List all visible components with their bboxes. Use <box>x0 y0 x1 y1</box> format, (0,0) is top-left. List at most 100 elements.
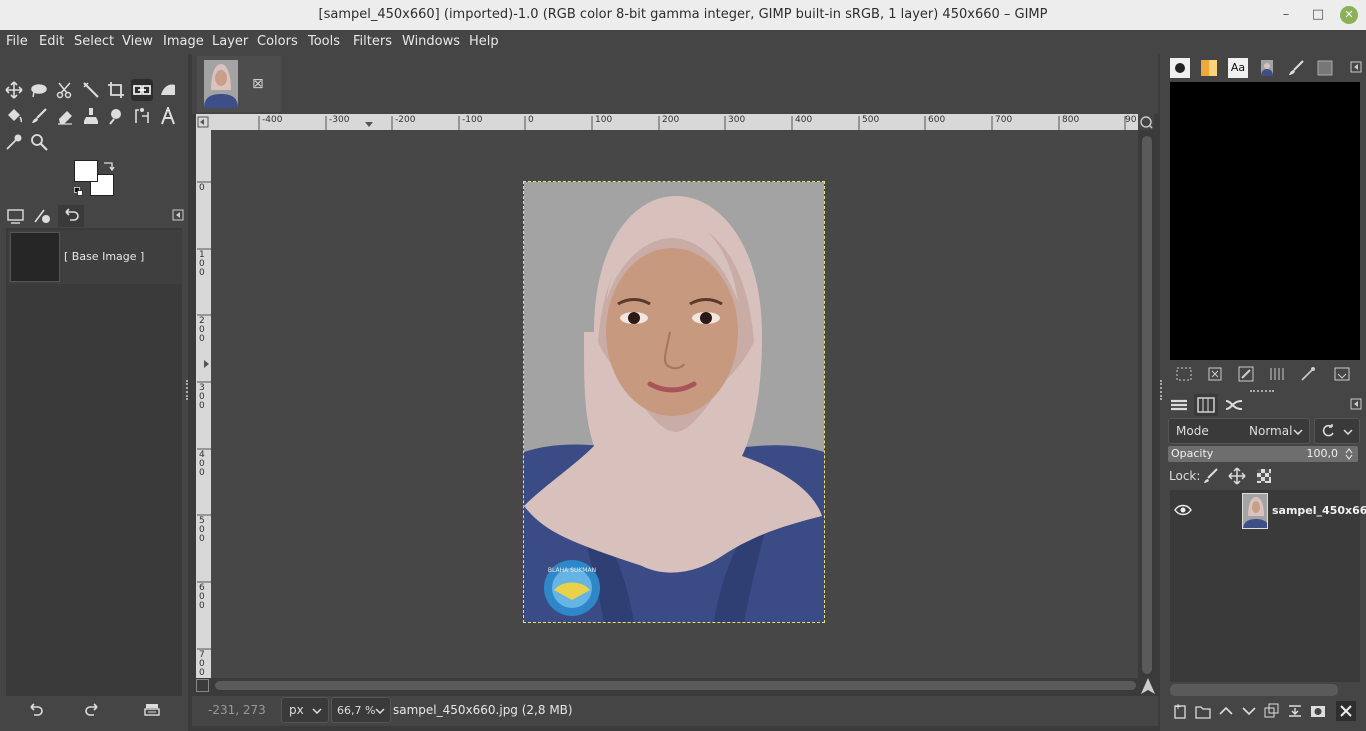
paintbrush-icon[interactable] <box>28 105 50 127</box>
lock-alpha-icon[interactable] <box>1255 467 1273 485</box>
mode-label: Mode <box>1176 424 1209 438</box>
menu-select[interactable]: Select <box>74 34 114 49</box>
move-tool-icon[interactable] <box>3 79 25 101</box>
bucket-fill-icon[interactable] <box>3 105 25 127</box>
layer-list-empty-area[interactable] <box>1170 532 1360 682</box>
crop-tool-icon[interactable] <box>105 79 127 101</box>
delete-layer-icon[interactable] <box>1336 701 1356 721</box>
quick-mask-toggle[interactable] <box>196 679 209 692</box>
spin-arrows-icon[interactable] <box>1345 448 1353 460</box>
paths-tab-icon[interactable] <box>1223 395 1245 415</box>
menu-image[interactable]: Image <box>163 34 204 49</box>
new-layer-group-icon[interactable] <box>1195 703 1211 719</box>
v-ruler-label: 200 <box>199 316 205 344</box>
image-tab-close-icon[interactable]: ⊠ <box>252 76 264 92</box>
close-button[interactable]: ✕ <box>1340 6 1358 24</box>
paint-dynamics-tab-icon[interactable] <box>1286 58 1306 78</box>
scissors-tool-icon[interactable] <box>54 79 76 101</box>
dock-resize-handle[interactable] <box>1160 380 1163 400</box>
device-status-tab-icon[interactable] <box>32 207 52 225</box>
dock-menu-icon[interactable] <box>172 209 184 221</box>
tool-options-tab-icon[interactable] <box>6 207 26 225</box>
eye-icon[interactable] <box>1174 503 1192 517</box>
horizontal-scroll-thumb[interactable] <box>215 681 1136 690</box>
vertical-ruler[interactable]: 0 100 200 300 400 500 600 700 <box>196 130 211 678</box>
swap-colors-icon[interactable] <box>103 160 115 172</box>
menu-filters[interactable]: Filters <box>353 34 392 49</box>
zoom-fit-button[interactable] <box>1138 114 1154 130</box>
open-brush-icon[interactable] <box>1333 366 1351 382</box>
color-picker-icon[interactable] <box>3 131 25 153</box>
h-ruler-label: 600 <box>928 115 946 125</box>
menu-tools[interactable]: Tools <box>308 34 340 49</box>
undo-history-tab-icon[interactable] <box>58 205 84 227</box>
menu-colors[interactable]: Colors <box>257 34 298 49</box>
patterns-tab-icon[interactable] <box>1315 58 1335 78</box>
gradients-tab-icon[interactable] <box>1199 58 1219 78</box>
unified-transform-icon[interactable] <box>131 79 153 101</box>
menu-file[interactable]: File <box>6 34 28 49</box>
paths-tool-icon[interactable] <box>131 105 153 127</box>
layer-mode-select[interactable]: Mode Normal <box>1168 418 1310 444</box>
dock-separator-handle[interactable] <box>1250 390 1274 393</box>
merge-layer-icon[interactable] <box>1287 703 1303 719</box>
default-colors-icon[interactable] <box>74 185 83 196</box>
minimize-button[interactable]: – <box>1277 6 1295 24</box>
undo-icon[interactable] <box>26 701 44 719</box>
menu-view[interactable]: View <box>122 34 153 49</box>
warp-tool-icon[interactable] <box>157 79 179 101</box>
menu-help[interactable]: Help <box>469 34 499 49</box>
foreground-color[interactable] <box>74 160 98 182</box>
zoom-selector[interactable]: 66,7 % <box>331 697 391 723</box>
lower-layer-icon[interactable] <box>1241 703 1257 719</box>
lock-pixels-icon[interactable] <box>1202 467 1220 485</box>
brushes-tab-icon[interactable] <box>1170 58 1190 78</box>
vertical-scrollbar[interactable] <box>1140 130 1154 678</box>
refresh-brushes-icon[interactable] <box>1299 366 1317 382</box>
navigate-icon[interactable] <box>1139 677 1157 695</box>
layers-scrollbar[interactable] <box>1170 684 1338 696</box>
horizontal-scrollbar[interactable] <box>213 679 1138 692</box>
horizontal-ruler[interactable]: -400 -300 -200 -100 0 100 200 300 400 50… <box>211 114 1138 130</box>
ruler-corner[interactable] <box>196 114 211 130</box>
layers-tab-icon[interactable] <box>1168 395 1190 415</box>
duplicate-brush-icon[interactable] <box>1268 366 1286 382</box>
dock-menu-icon[interactable] <box>1350 61 1362 73</box>
menu-edit[interactable]: Edit <box>39 34 64 49</box>
lock-position-icon[interactable] <box>1228 467 1246 485</box>
photo-layer[interactable]: BLAHA SUKMAN <box>523 181 825 623</box>
redo-icon[interactable] <box>84 701 102 719</box>
layer-mask-icon[interactable] <box>1310 703 1326 719</box>
text-tool-icon[interactable] <box>157 105 179 127</box>
undo-item-label: [ Base Image ] <box>64 250 145 263</box>
v-ruler-label: 300 <box>199 383 205 411</box>
fuzzy-select-icon[interactable] <box>80 79 102 101</box>
vertical-scroll-thumb[interactable] <box>1142 136 1152 674</box>
zoom-tool-icon[interactable] <box>28 131 50 153</box>
clear-history-icon[interactable] <box>143 701 161 719</box>
duplicate-layer-icon[interactable] <box>1264 703 1280 719</box>
fonts-tab-icon[interactable]: Aa <box>1228 58 1248 78</box>
composite-mode-select[interactable] <box>1314 418 1360 444</box>
new-layer-icon[interactable] <box>1172 703 1188 719</box>
images-tab-icon[interactable] <box>1257 58 1277 78</box>
maximize-button[interactable]: □ <box>1309 6 1327 24</box>
dock-menu-icon[interactable] <box>1350 398 1362 410</box>
clone-tool-icon[interactable] <box>80 105 102 127</box>
menu-windows[interactable]: Windows <box>402 34 460 49</box>
brush-preview-area[interactable] <box>1170 82 1360 360</box>
v-ruler-label: 500 <box>199 516 205 544</box>
opacity-slider[interactable]: Opacity 100,0 <box>1168 446 1358 462</box>
unit-selector[interactable]: px <box>281 697 329 723</box>
edit-brush-icon[interactable] <box>1237 366 1255 382</box>
layer-name[interactable]: sampel_450x660 <box>1272 504 1366 517</box>
raise-layer-icon[interactable] <box>1218 703 1234 719</box>
dock-resize-handle[interactable] <box>186 380 189 400</box>
delete-brush-icon[interactable] <box>1206 366 1224 382</box>
select-region-icon[interactable] <box>1175 366 1193 382</box>
smudge-tool-icon[interactable] <box>105 105 127 127</box>
channels-tab-icon[interactable] <box>1194 394 1218 416</box>
menu-layer[interactable]: Layer <box>212 34 248 49</box>
lasso-tool-icon[interactable] <box>28 79 50 101</box>
eraser-icon[interactable] <box>54 105 76 127</box>
